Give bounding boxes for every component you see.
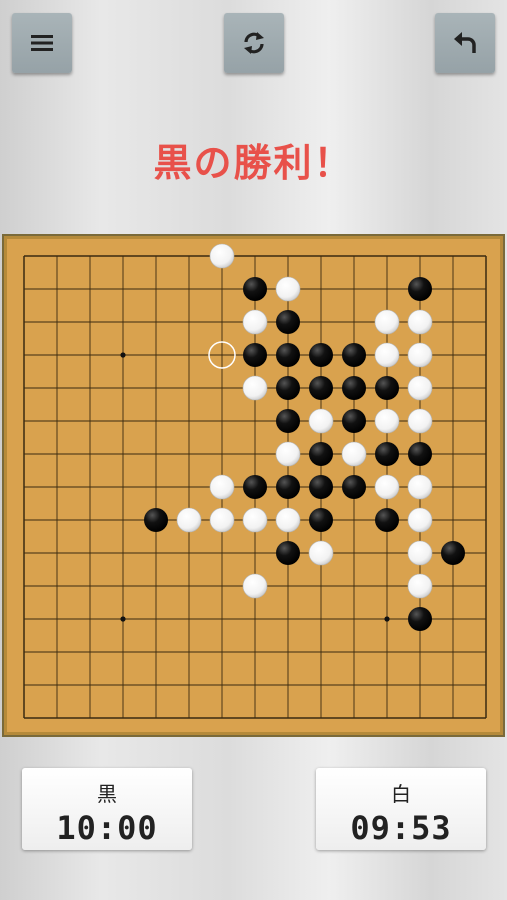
star-point bbox=[120, 352, 126, 358]
white-stone bbox=[374, 408, 400, 434]
game-result-text: 黒の勝利！ bbox=[153, 141, 354, 185]
undo-button[interactable] bbox=[435, 13, 495, 73]
white-stone bbox=[308, 408, 334, 434]
white-stone bbox=[242, 573, 268, 599]
black-stone bbox=[375, 376, 399, 400]
white-stone bbox=[407, 375, 433, 401]
white-stone bbox=[275, 507, 301, 533]
white-player-label: 白 bbox=[391, 782, 411, 806]
black-stone bbox=[276, 310, 300, 334]
restart-button[interactable] bbox=[224, 13, 284, 73]
black-stone bbox=[441, 541, 465, 565]
white-stone bbox=[407, 342, 433, 368]
black-stone bbox=[243, 343, 267, 367]
black-stone bbox=[276, 475, 300, 499]
white-stone bbox=[407, 573, 433, 599]
black-stone bbox=[309, 442, 333, 466]
white-stone bbox=[407, 309, 433, 335]
black-stone bbox=[309, 475, 333, 499]
black-stone bbox=[342, 376, 366, 400]
hamburger-menu-icon bbox=[31, 35, 53, 51]
black-stone bbox=[243, 277, 267, 301]
black-player-label: 黒 bbox=[97, 782, 117, 806]
white-stone bbox=[209, 243, 235, 269]
black-stone bbox=[408, 277, 432, 301]
white-stone bbox=[176, 507, 202, 533]
black-stone bbox=[375, 508, 399, 532]
black-stone bbox=[342, 475, 366, 499]
white-stone bbox=[209, 507, 235, 533]
black-player-time: 10:00 bbox=[56, 809, 158, 847]
black-stone bbox=[408, 607, 432, 631]
board-grid[interactable] bbox=[4, 236, 503, 735]
star-point bbox=[120, 616, 126, 622]
gomoku-board[interactable] bbox=[2, 234, 505, 737]
black-stone bbox=[243, 475, 267, 499]
white-stone bbox=[374, 309, 400, 335]
black-stone bbox=[309, 376, 333, 400]
black-stone bbox=[276, 376, 300, 400]
black-stone bbox=[309, 508, 333, 532]
refresh-icon bbox=[244, 32, 264, 54]
white-stone bbox=[407, 540, 433, 566]
white-stone bbox=[275, 441, 301, 467]
star-point bbox=[384, 616, 390, 622]
menu-button[interactable] bbox=[12, 13, 72, 73]
black-stone bbox=[144, 508, 168, 532]
white-stone bbox=[242, 309, 268, 335]
white-player-clock: 白 09:53 bbox=[316, 768, 486, 850]
black-stone bbox=[309, 343, 333, 367]
white-stone bbox=[308, 540, 334, 566]
black-stone bbox=[375, 442, 399, 466]
white-stone bbox=[242, 507, 268, 533]
undo-arrow-icon bbox=[454, 32, 476, 53]
black-stone bbox=[276, 343, 300, 367]
white-stone bbox=[407, 507, 433, 533]
black-stone bbox=[276, 409, 300, 433]
black-stone bbox=[276, 541, 300, 565]
black-stone bbox=[408, 442, 432, 466]
white-player-time: 09:53 bbox=[350, 809, 452, 847]
white-stone bbox=[374, 474, 400, 500]
black-player-clock: 黒 10:00 bbox=[22, 768, 192, 850]
white-stone bbox=[275, 276, 301, 302]
white-stone bbox=[209, 474, 235, 500]
white-stone bbox=[407, 408, 433, 434]
white-stone bbox=[341, 441, 367, 467]
black-stone bbox=[342, 343, 366, 367]
white-stone bbox=[374, 342, 400, 368]
black-stone bbox=[342, 409, 366, 433]
white-stone bbox=[242, 375, 268, 401]
white-stone bbox=[407, 474, 433, 500]
